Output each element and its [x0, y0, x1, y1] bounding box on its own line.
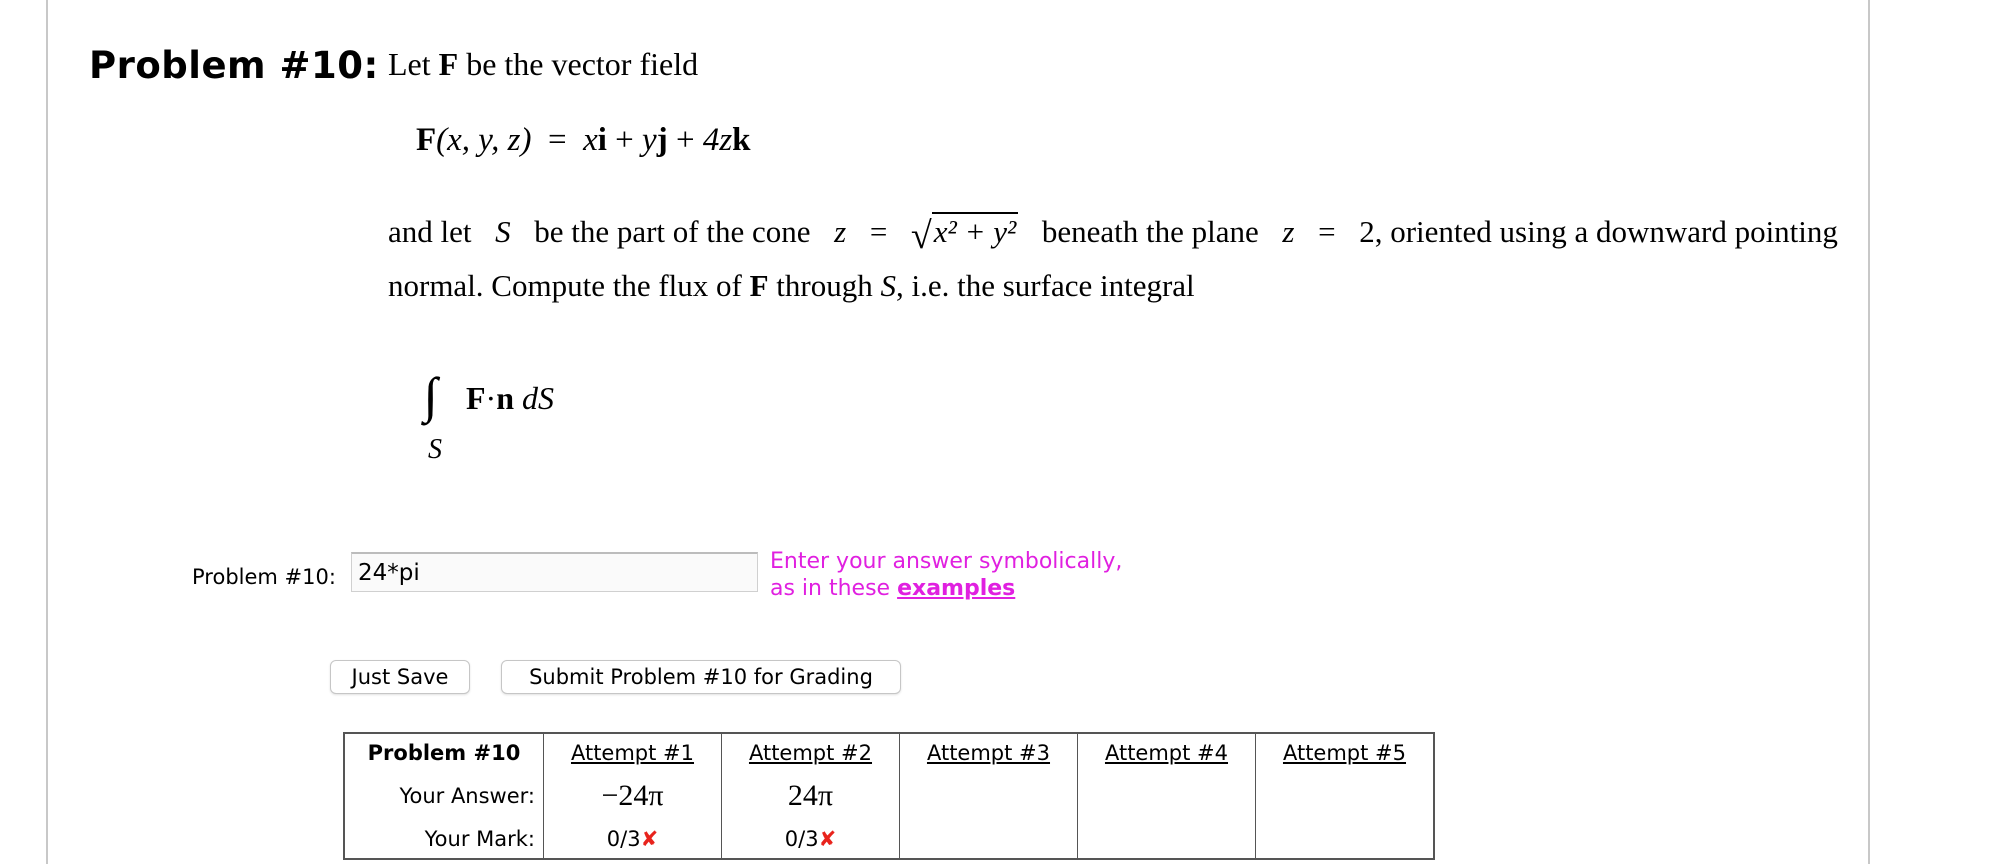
your-answer-label: Your Answer: [344, 772, 544, 820]
attempt-3-answer [899, 772, 1078, 820]
desc-through: through [776, 268, 873, 303]
desc-surface-integral-text: , i.e. the surface integral [895, 268, 1195, 303]
eq-unit-k: k [732, 122, 751, 158]
integrand-dS: dS [522, 380, 554, 416]
desc-flux-text: normal. Compute the flux of [388, 268, 742, 303]
eq-equals: = [547, 122, 567, 158]
description-line-2: normal. Compute the flux of F through S,… [388, 260, 1838, 312]
hint-line-1: Enter your answer symbolically, [770, 549, 1123, 574]
integral-subscript: S [428, 434, 442, 465]
incorrect-x-icon: ✘ [818, 827, 837, 851]
examples-link[interactable]: examples [897, 576, 1015, 601]
eq-term-y: y [642, 122, 657, 158]
radical-sign: √ [910, 215, 932, 257]
attempt-1-link[interactable]: Attempt #1 [571, 741, 694, 765]
your-answer-row: Your Answer: −24π 24π [344, 772, 1435, 820]
eq-unit-j: j [656, 122, 668, 158]
problem-heading: Problem #10: [89, 44, 379, 87]
sqrt-expression: √x² + y² [910, 206, 1019, 260]
desc-F: F [749, 268, 769, 303]
radicand: x² + y² [931, 212, 1019, 249]
integrand-F: F [466, 380, 486, 416]
eq-args: (x, y, z) [436, 122, 532, 158]
problem-intro: Let F be the vector field [388, 46, 698, 83]
attempt-2-answer: 24π [721, 772, 900, 820]
integrand-n: n [496, 380, 514, 416]
attempt-4-mark-cell [1077, 820, 1256, 859]
desc-plane-text: beneath the plane [1041, 214, 1259, 249]
vector-field-equation: F(x, y, z) = xi + yj + 4zk [416, 122, 751, 159]
submit-for-grading-button[interactable]: Submit Problem #10 for Grading [501, 660, 901, 694]
answer-hint: Enter your answer symbolically, as in th… [770, 548, 1122, 602]
desc-S-2: S [880, 268, 896, 303]
answer-input[interactable] [351, 552, 758, 592]
incorrect-x-icon: ✘ [640, 827, 659, 851]
attempts-table-title: Problem #10 [344, 733, 544, 772]
desc-orientation-text: 2, oriented using a downward pointing [1359, 214, 1838, 249]
desc-cone-text: be the part of the cone [534, 214, 811, 249]
eq-term-4z: 4z [702, 122, 733, 158]
attempt-5-answer [1255, 772, 1435, 820]
right-frame-border [1868, 0, 1870, 864]
intro-text-pre: Let [388, 46, 431, 82]
eq-plus-2: + [675, 122, 695, 158]
attempt-4-answer [1077, 772, 1256, 820]
intro-text-post: be the vector field [466, 46, 699, 82]
desc-equals-2: = [1318, 214, 1336, 249]
attempts-table: Problem #10 Attempt #1 Attempt #2 Attemp… [343, 732, 1435, 860]
description-line-1: and let S be the part of the cone z = √x… [388, 206, 1838, 260]
attempt-2-mark: 0/3 [784, 827, 819, 851]
integrand: F·n dS [466, 380, 554, 417]
attempt-3-mark-cell [899, 820, 1078, 859]
eq-term-x: x [583, 122, 598, 158]
attempt-1-mark-cell: 0/3✘ [543, 820, 722, 859]
eq-plus-1: + [615, 122, 634, 158]
attempt-5-mark-cell [1255, 820, 1435, 859]
hint-line-2: as in these examples [770, 575, 1122, 602]
attempt-2-mark-cell: 0/3✘ [721, 820, 900, 859]
attempt-1-mark: 0/3 [606, 827, 641, 851]
attempt-2-link[interactable]: Attempt #2 [749, 741, 872, 765]
just-save-button[interactable]: Just Save [330, 660, 470, 694]
attempts-header-row: Problem #10 Attempt #1 Attempt #2 Attemp… [344, 733, 1435, 772]
your-mark-row: Your Mark: 0/3✘ 0/3✘ [344, 820, 1435, 859]
left-frame-border [46, 0, 48, 864]
problem-description: and let S be the part of the cone z = √x… [388, 206, 1838, 312]
desc-and-let: and let [388, 214, 472, 249]
your-mark-label: Your Mark: [344, 820, 544, 859]
answer-label: Problem #10: [192, 565, 336, 589]
intro-field-symbol: F [438, 46, 459, 82]
attempt-1-answer: −24π [543, 772, 722, 820]
integrand-dot: · [485, 380, 497, 416]
eq-F: F [416, 122, 437, 158]
desc-equals: = [869, 214, 888, 249]
desc-z: z [834, 214, 847, 249]
attempt-4-link[interactable]: Attempt #4 [1105, 741, 1228, 765]
desc-S: S [495, 214, 511, 249]
attempt-3-link[interactable]: Attempt #3 [927, 741, 1050, 765]
desc-z-2: z [1282, 214, 1295, 249]
hint-line-2-text: as in these [770, 576, 891, 601]
attempt-5-link[interactable]: Attempt #5 [1283, 741, 1406, 765]
eq-unit-i: i [597, 122, 607, 158]
